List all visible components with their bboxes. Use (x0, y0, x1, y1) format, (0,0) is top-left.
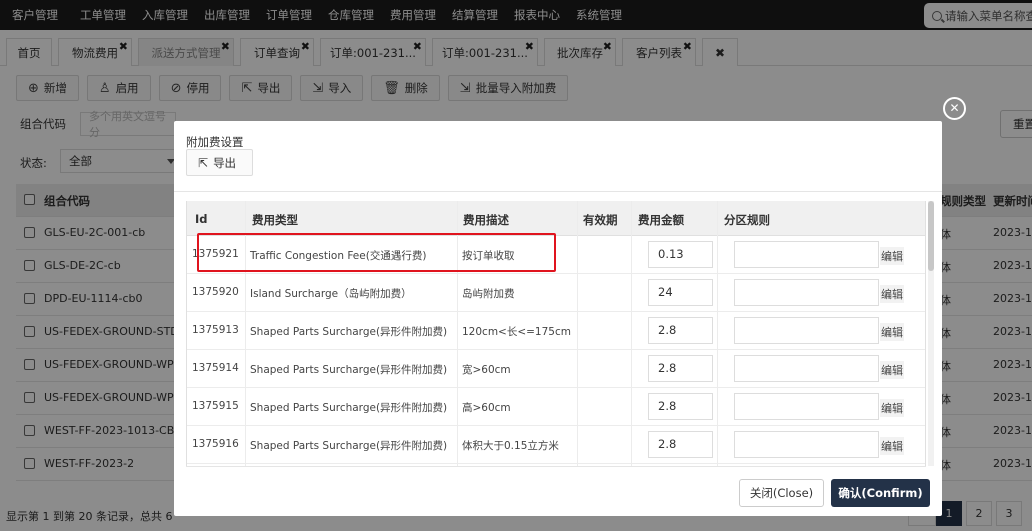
col-id: Id (195, 212, 208, 226)
zone-rule-input[interactable] (734, 317, 879, 344)
surcharge-row: 1375916 Shaped Parts Surcharge(异形件附加费) 体… (187, 426, 925, 464)
modal-close-icon[interactable]: ✕ (943, 97, 966, 120)
edit-button[interactable]: 编辑 (880, 247, 904, 265)
col-amount: 费用金额 (638, 213, 684, 227)
scrollbar-thumb[interactable] (928, 201, 934, 271)
col-zone-rule: 分区规则 (724, 213, 770, 227)
row-id: 1375920 (192, 286, 239, 298)
edit-button[interactable]: 编辑 (880, 285, 904, 303)
row-fee-type: Shaped Parts Surcharge(异形件附加费) (250, 440, 448, 452)
divider (186, 466, 926, 467)
row-fee-desc: 体积大于0.15立方米 (462, 440, 559, 452)
zone-rule-input[interactable] (734, 241, 879, 268)
amount-input[interactable]: 0.13 (648, 241, 713, 268)
row-id: 1375916 (192, 438, 239, 450)
row-fee-type: Island Surcharge（岛屿附加费） (250, 288, 412, 300)
amount-input[interactable]: 2.8 (648, 317, 713, 344)
close-dialog-button[interactable]: 关闭(Close) (739, 479, 824, 507)
highlight-box (197, 233, 556, 272)
col-fee-desc: 费用描述 (463, 213, 509, 227)
surcharge-settings-dialog: 附加费设置 ⇱ 导出 Id 费用类型 费用描述 有效期 费用金额 分区规则 137… (174, 121, 942, 516)
row-id: 1375914 (192, 362, 239, 374)
amount-input[interactable]: 2.8 (648, 393, 713, 420)
row-fee-type: Shaped Parts Surcharge(异形件附加费) (250, 402, 448, 414)
row-fee-desc: 120cm<长<=175cm (462, 326, 571, 338)
dialog-export-button[interactable]: ⇱ 导出 (186, 149, 253, 176)
surcharge-row: 1375913 Shaped Parts Surcharge(异形件附加费) 1… (187, 312, 925, 350)
row-fee-desc: 岛屿附加费 (462, 288, 515, 300)
confirm-button[interactable]: 确认(Confirm) (831, 479, 930, 507)
export-icon: ⇱ (198, 155, 209, 170)
edit-button[interactable]: 编辑 (880, 399, 904, 417)
surcharge-table-header: Id 费用类型 费用描述 有效期 费用金额 分区规则 (187, 201, 925, 236)
surcharge-row: 1375915 Shaped Parts Surcharge(异形件附加费) 高… (187, 388, 925, 426)
amount-input[interactable]: 2.8 (648, 431, 713, 458)
divider (174, 191, 942, 192)
zone-rule-input[interactable] (734, 431, 879, 458)
row-fee-type: Shaped Parts Surcharge(异形件附加费) (250, 364, 448, 376)
zone-rule-input[interactable] (734, 355, 879, 382)
col-validity: 有效期 (583, 213, 618, 227)
dialog-title: 附加费设置 (186, 135, 244, 149)
row-fee-desc: 宽>60cm (462, 364, 511, 376)
col-fee-type: 费用类型 (252, 213, 298, 227)
surcharge-row: 1375920 Island Surcharge（岛屿附加费） 岛屿附加费 24… (187, 274, 925, 312)
surcharge-row: 1375914 Shaped Parts Surcharge(异形件附加费) 宽… (187, 350, 925, 388)
edit-button[interactable]: 编辑 (880, 323, 904, 341)
zone-rule-input[interactable] (734, 279, 879, 306)
row-id: 1375913 (192, 324, 239, 336)
row-fee-type: Shaped Parts Surcharge(异形件附加费) (250, 326, 448, 338)
row-fee-desc: 高>60cm (462, 402, 511, 414)
amount-input[interactable]: 2.8 (648, 355, 713, 382)
edit-button[interactable]: 编辑 (880, 437, 904, 455)
edit-button[interactable]: 编辑 (880, 361, 904, 379)
amount-input[interactable]: 24 (648, 279, 713, 306)
row-id: 1375915 (192, 400, 239, 412)
vertical-scrollbar[interactable] (928, 201, 934, 466)
zone-rule-input[interactable] (734, 393, 879, 420)
dialog-export-label: 导出 (213, 155, 237, 170)
